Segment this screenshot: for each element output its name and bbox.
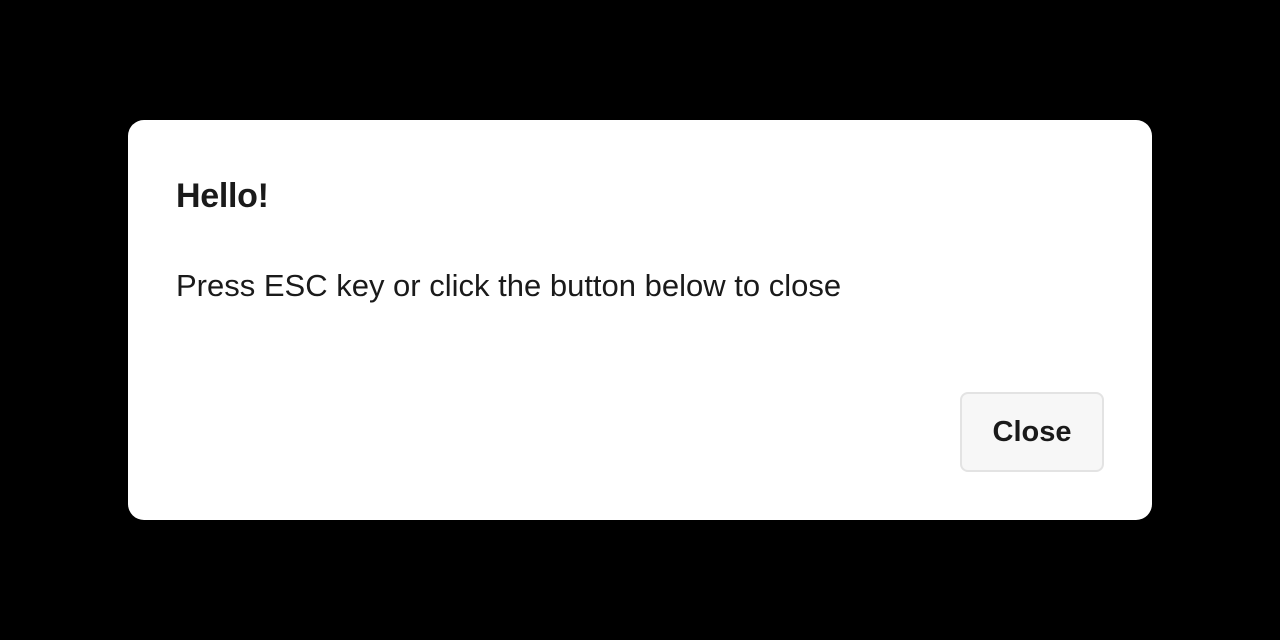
dialog-message: Press ESC key or click the button below … — [176, 268, 842, 303]
close-button[interactable]: Close — [960, 392, 1104, 472]
dialog-title: Hello! — [176, 177, 269, 215]
modal-dialog: Hello! Press ESC key or click the button… — [128, 120, 1152, 520]
